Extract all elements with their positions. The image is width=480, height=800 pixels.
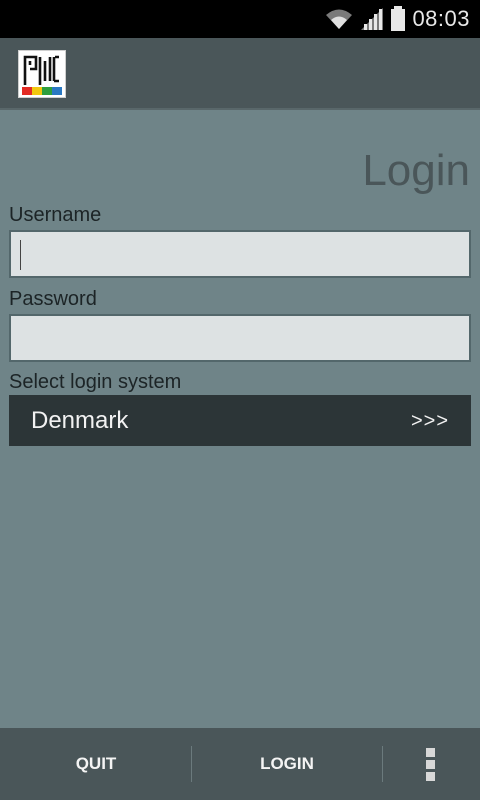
password-label: Password (9, 288, 97, 310)
login-button[interactable]: LOGIN (192, 728, 382, 800)
bottom-divider (382, 746, 383, 782)
text-caret (20, 240, 21, 270)
overflow-menu-icon[interactable] (426, 748, 436, 782)
wifi-icon (326, 9, 353, 29)
page-title: Login (362, 146, 470, 195)
login-system-arrow: >>> (410, 410, 449, 432)
bottom-action-bar: QUIT LOGIN (0, 728, 480, 800)
logo-graphic (22, 55, 62, 95)
quit-button[interactable]: QUIT (0, 728, 192, 800)
status-bar: 08:03 (0, 0, 480, 38)
password-input[interactable] (9, 314, 471, 362)
action-bar (0, 38, 480, 110)
username-label: Username (9, 204, 102, 226)
app-logo-icon[interactable] (18, 50, 66, 98)
login-system-select[interactable]: Denmark >>> (9, 395, 471, 446)
login-content: Login Username Password Select login sys… (0, 110, 480, 728)
status-time: 08:03 (412, 6, 470, 31)
status-icons: 08:03 (324, 0, 470, 38)
username-input[interactable] (9, 230, 471, 278)
signal-icon (361, 8, 384, 30)
login-system-value: Denmark (31, 407, 129, 434)
login-system-label: Select login system (9, 371, 182, 393)
battery-icon (391, 6, 406, 31)
